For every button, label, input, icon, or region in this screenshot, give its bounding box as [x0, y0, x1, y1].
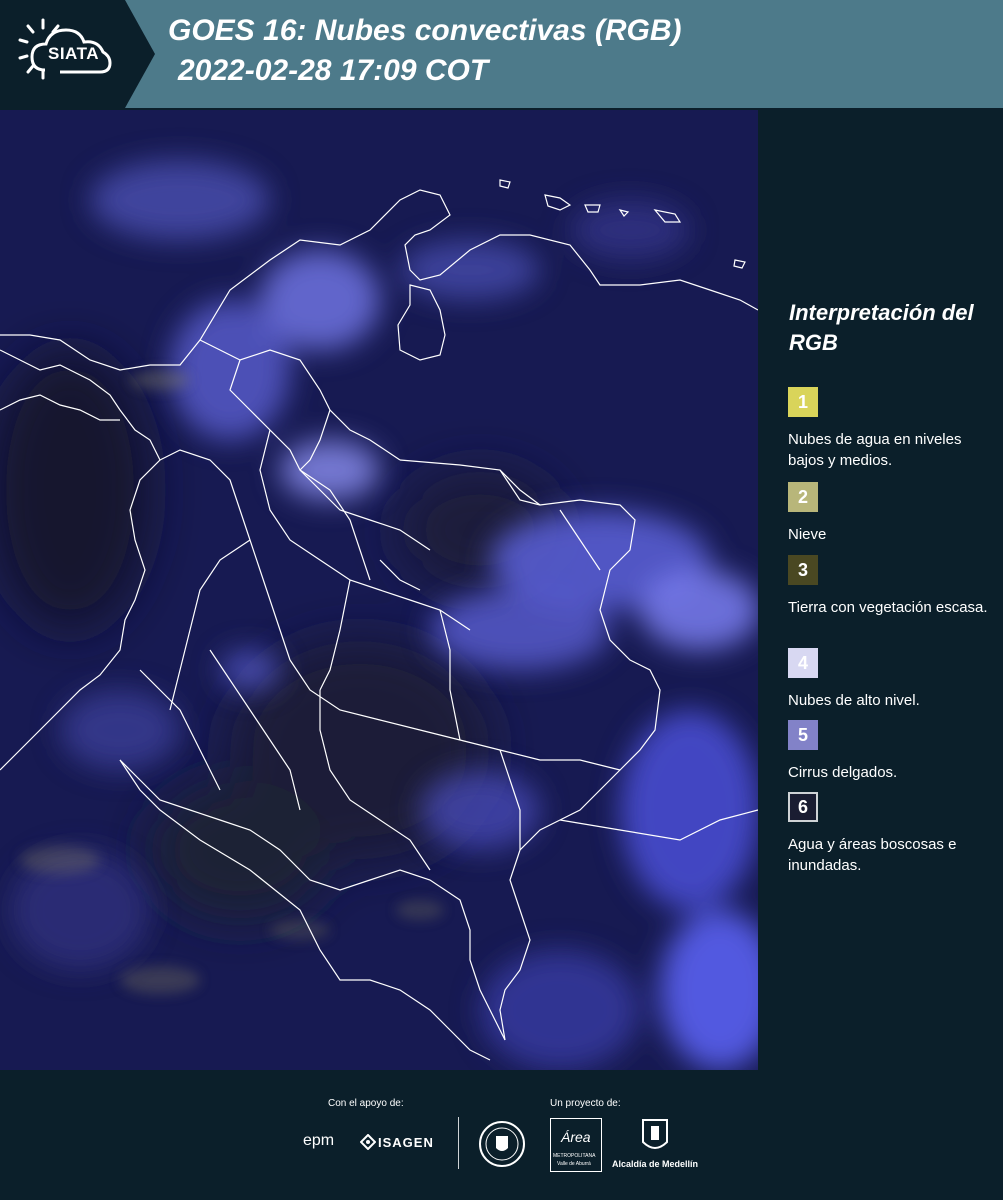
footer: Con el apoyo de: Un proyecto de: epm ISA…: [0, 1070, 1003, 1200]
legend-swatch-1: 1: [788, 387, 818, 417]
page-title: GOES 16: Nubes convectivas (RGB): [168, 14, 682, 47]
support-label: Con el apoyo de:: [328, 1098, 404, 1109]
area-logo-metropolitana: METROPOLITANA: [553, 1153, 596, 1159]
legend-panel: Interpretación del RGB 1 Nubes de agua e…: [775, 110, 1003, 1070]
epm-logo[interactable]: epm: [303, 1132, 334, 1150]
legend-swatch-3: 3: [788, 555, 818, 585]
isagen-logo[interactable]: ISAGEN: [378, 1135, 434, 1150]
legend-label-2: Nieve: [788, 526, 827, 543]
legend-swatch-5: 5: [788, 720, 818, 750]
logo-text: SIATA: [48, 44, 99, 63]
alcaldia-shield-icon: [640, 1118, 670, 1161]
medellin-seal[interactable]: [478, 1120, 526, 1173]
legend-label-5: Cirrus delgados.: [788, 764, 898, 781]
legend-label-4: Nubes de alto nivel.: [788, 692, 920, 709]
project-label: Un proyecto de:: [550, 1098, 621, 1109]
footer-divider: [458, 1117, 459, 1169]
isagen-icon: [359, 1133, 377, 1155]
legend-item-3: 3 Tierra con vegetación escasa.: [788, 555, 998, 618]
legend-item-1: 1 Nubes de agua en niveles bajos y medio…: [788, 387, 998, 471]
area-logo-word: Área: [561, 1129, 591, 1145]
legend-item-5: 5 Cirrus delgados.: [788, 720, 998, 783]
area-logo-valle: Valle de Aburrá: [557, 1161, 591, 1167]
legend-title: Interpretación del RGB: [789, 300, 974, 355]
legend-item-6: 6 Agua y áreas boscosas e inundadas.: [788, 792, 998, 876]
legend-label-3: Tierra con vegetación escasa.: [788, 599, 988, 616]
area-metropolitana-logo[interactable]: Área METROPOLITANA Valle de Aburrá: [550, 1118, 602, 1172]
legend-item-4: 4 Nubes de alto nivel.: [788, 648, 998, 711]
siata-logo[interactable]: SIATA: [0, 0, 155, 108]
header-bar: SIATA GOES 16: Nubes convectivas (RGB) 2…: [0, 0, 1003, 108]
legend-swatch-6: 6: [788, 792, 818, 822]
alcaldia-medellin-logo[interactable]: Alcaldía de Medellín: [612, 1159, 698, 1169]
legend-swatch-2: 2: [788, 482, 818, 512]
page-timestamp: 2022-02-28 17:09 COT: [178, 54, 489, 87]
legend-label-6: Agua y áreas boscosas e inundadas.: [788, 836, 957, 874]
satellite-map[interactable]: [0, 110, 758, 1070]
legend-swatch-4: 4: [788, 648, 818, 678]
legend-label-1: Nubes de agua en niveles bajos y medios.: [788, 431, 962, 469]
legend-item-2: 2 Nieve: [788, 482, 998, 545]
